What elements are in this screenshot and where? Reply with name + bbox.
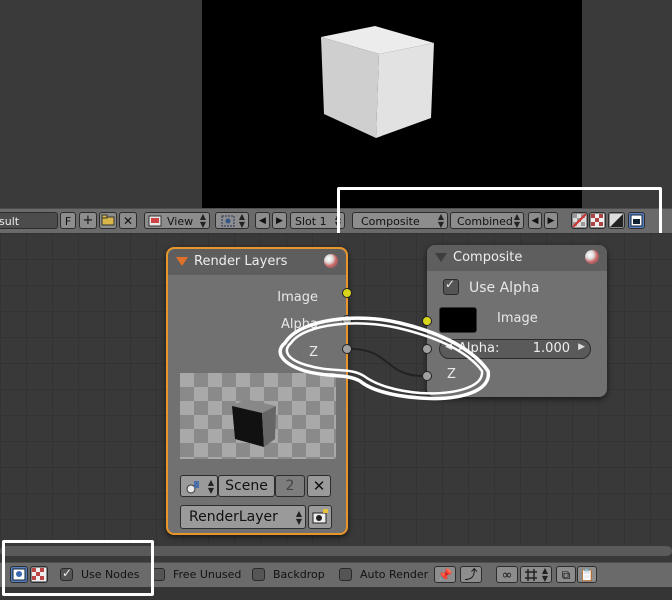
backdrop-checkbox[interactable] [252,568,265,581]
new-image-icon[interactable]: + [79,212,97,229]
updown-arrows-icon: ▲ ▼ [199,212,206,229]
view-menu[interactable]: View ▲ ▼ [144,212,210,229]
free-unused-label: Free Unused [173,568,242,581]
open-folder-icon[interactable] [99,212,117,229]
image-name-text: sult [0,215,20,228]
node-editor-canvas[interactable]: Render Layers Image Alpha Z ▲ ▼ Scene 2 ✕… [0,233,672,544]
link-icon[interactable]: ∞ [496,566,518,583]
prev-arrow-icon[interactable]: ◀ [255,212,270,229]
snap-grid-icon [525,569,537,581]
updown-arrows-icon: ▲ ▼ [541,566,548,583]
backdrop-label: Backdrop [273,568,325,581]
auto-render-label: Auto Render [360,568,429,581]
render-viewport [202,0,582,208]
fake-user-button[interactable]: F [60,212,76,229]
freehand-highlight-loop-inner [285,322,484,395]
slot-label: Slot 1 [295,215,327,228]
image-editor-icon [148,215,162,227]
pivot-icon [221,215,235,227]
rendered-cube [321,26,434,138]
link-z-to-z [350,348,424,377]
snap-element-select[interactable]: ▲ ▼ [520,566,552,583]
copy-nodes-icon[interactable]: ⧉ [556,566,576,583]
node-links-overlay [278,316,490,401]
image-name-field[interactable]: sult [0,212,58,229]
go-parent-icon[interactable]: ⤴ [460,566,482,583]
next-arrow-icon[interactable]: ▶ [272,212,287,229]
use-nodes-highlight-box [2,540,154,596]
paste-nodes-icon[interactable]: 📋 [577,566,597,583]
updown-arrows-icon: ▲ ▼ [238,212,245,229]
unlink-icon[interactable]: ✕ [119,212,137,229]
pivot-select[interactable]: ▲ ▼ [215,212,249,229]
auto-render-checkbox[interactable] [339,568,352,581]
view-menu-label: View [167,215,194,228]
pin-icon[interactable]: 📌 [434,566,456,583]
